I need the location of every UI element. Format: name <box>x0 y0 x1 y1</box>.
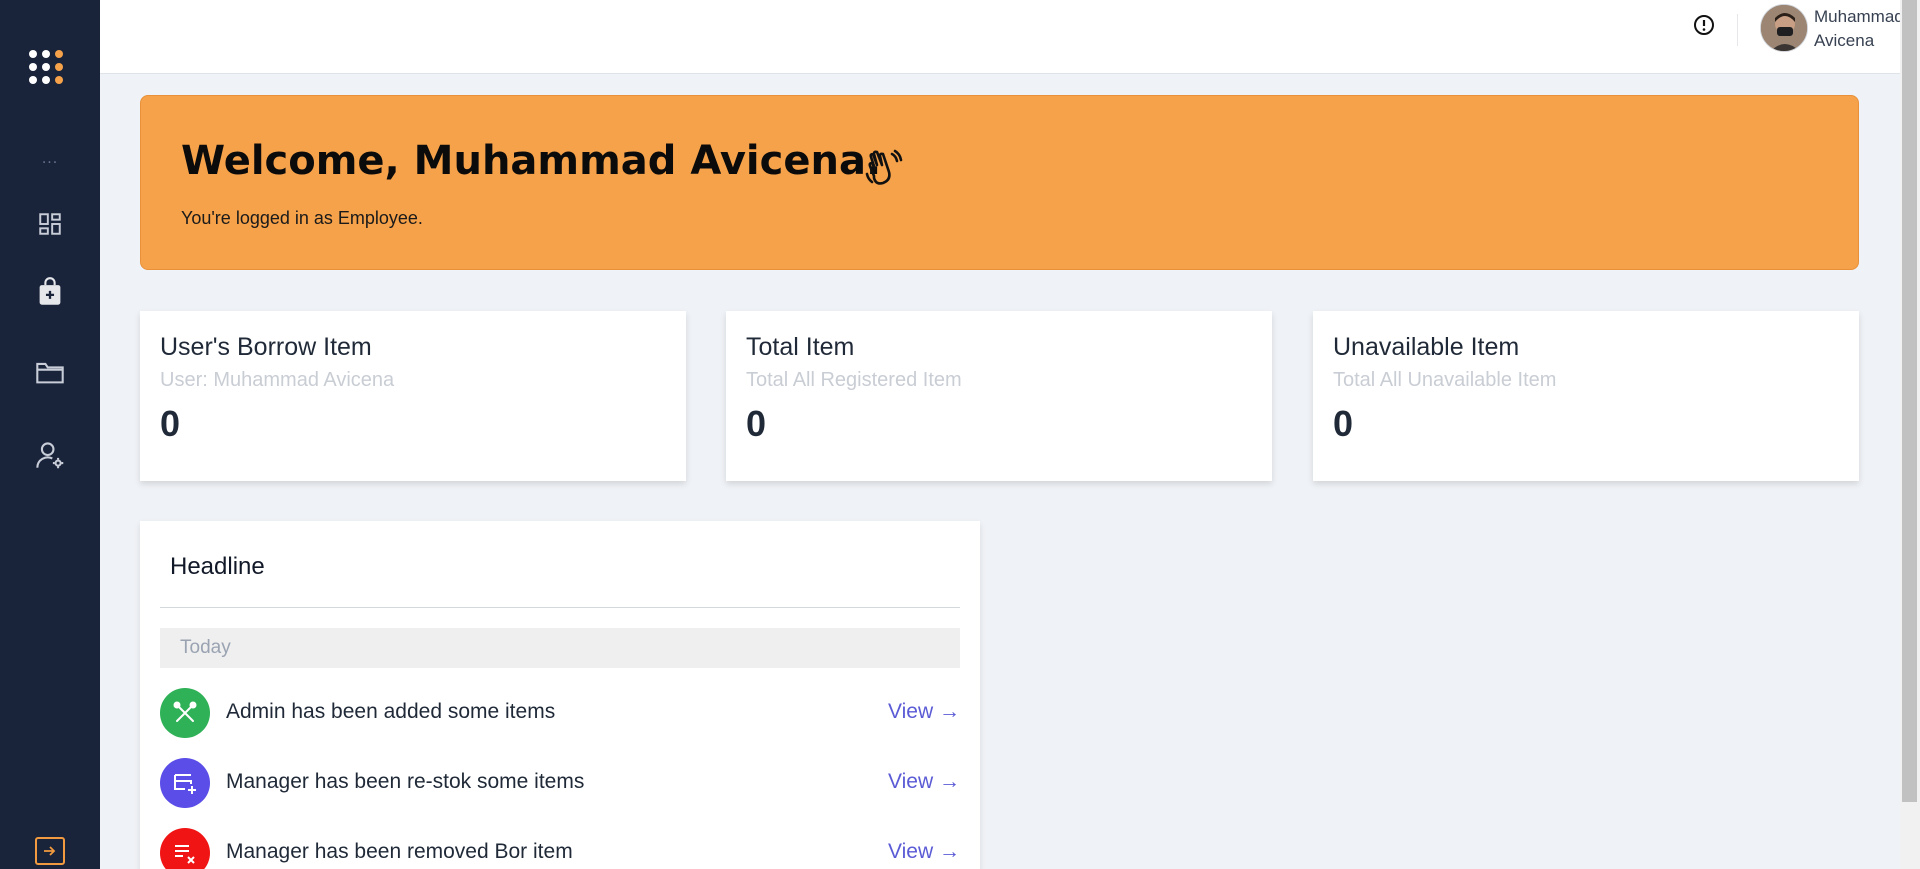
scrollbar-thumb[interactable] <box>1902 0 1917 802</box>
waving-hand-icon <box>861 146 905 190</box>
headline-item-text: Manager has been removed Bor item <box>226 840 573 863</box>
card-subtitle: Total All Registered Item <box>746 369 962 391</box>
list-item: Admin has been added some items View → <box>160 688 960 738</box>
topbar-divider <box>1737 14 1738 46</box>
folder-icon[interactable] <box>33 355 67 389</box>
app-logo-icon[interactable] <box>29 50 69 90</box>
list-item: Manager has been removed Bor item View → <box>160 828 960 869</box>
avatar[interactable] <box>1760 4 1808 52</box>
view-link[interactable]: View → <box>888 840 960 864</box>
welcome-title: Welcome, Muhammad Avicena. <box>181 138 882 184</box>
card-title: Unavailable Item <box>1333 333 1520 361</box>
shopping-bag-plus-icon[interactable] <box>33 275 67 309</box>
alert-icon[interactable] <box>1693 14 1715 36</box>
store-add-icon <box>160 758 210 808</box>
view-link[interactable]: View → <box>888 770 960 794</box>
group-label-today: Today <box>160 628 960 668</box>
card-title: Total Item <box>746 333 855 361</box>
dashboard-icon[interactable] <box>33 207 67 241</box>
tools-icon <box>160 688 210 738</box>
stat-card-total: Total Item Total All Registered Item 0 <box>726 311 1272 481</box>
card-title: User's Borrow Item <box>160 333 372 361</box>
headline-panel: Headline Today Admin has been added some… <box>140 521 980 869</box>
headline-divider <box>160 607 960 608</box>
list-item: Manager has been re-stok some items View… <box>160 758 960 808</box>
headline-item-text: Manager has been re-stok some items <box>226 770 585 793</box>
list-remove-icon <box>160 828 210 869</box>
welcome-banner: Welcome, Muhammad Avicena. You're logged… <box>140 95 1859 270</box>
stat-card-unavailable: Unavailable Item Total All Unavailable I… <box>1313 311 1859 481</box>
page-scrollbar[interactable] <box>1900 0 1920 869</box>
topbar: Muhammad Avicena <box>100 0 1904 74</box>
card-subtitle: User: Muhammad Avicena <box>160 369 395 391</box>
logout-icon[interactable] <box>35 837 65 865</box>
card-subtitle: Total All Unavailable Item <box>1333 369 1557 391</box>
user-settings-icon[interactable] <box>33 438 67 472</box>
headline-title: Headline <box>170 553 265 580</box>
stat-card-borrow: User's Borrow Item User: Muhammad Avicen… <box>140 311 686 481</box>
welcome-subtitle: You're logged in as Employee. <box>181 208 423 228</box>
view-link[interactable]: View → <box>888 700 960 724</box>
sidebar-more-icon: ··· <box>41 155 59 171</box>
headline-item-text: Admin has been added some items <box>226 700 556 723</box>
sidebar: ··· <box>0 0 100 869</box>
card-value: 0 <box>160 403 181 444</box>
card-value: 0 <box>746 403 767 444</box>
card-value: 0 <box>1333 403 1354 444</box>
